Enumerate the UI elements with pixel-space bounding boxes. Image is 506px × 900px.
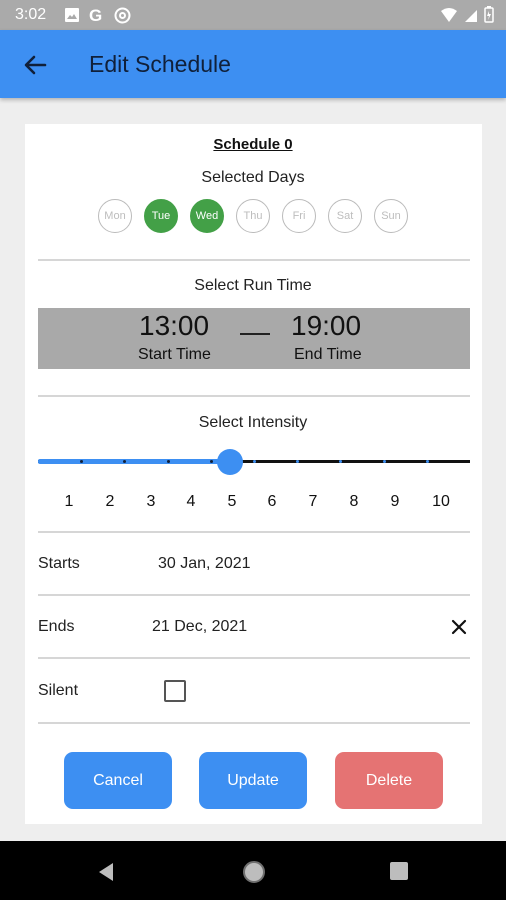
wifi-icon bbox=[441, 7, 457, 22]
run-time-label: Select Run Time bbox=[194, 277, 312, 294]
back-arrow-icon[interactable] bbox=[20, 50, 50, 80]
divider bbox=[38, 594, 470, 596]
day-toggle-wed[interactable]: Wed bbox=[190, 199, 224, 233]
status-time: 3:02 bbox=[15, 6, 47, 23]
start-time-value[interactable]: 13:00 bbox=[139, 310, 209, 342]
nav-recents-icon[interactable] bbox=[390, 862, 408, 880]
starts-date-field[interactable]: 30 Jan, 2021 bbox=[158, 555, 251, 573]
intensity-scale-label: 6 bbox=[267, 493, 277, 510]
intensity-scale-label: 7 bbox=[308, 493, 318, 510]
day-toggle-thu[interactable]: Thu bbox=[236, 199, 270, 233]
starts-label: Starts bbox=[38, 555, 80, 572]
clear-end-date-icon[interactable] bbox=[448, 616, 470, 638]
start-time-caption: Start Time bbox=[138, 346, 211, 363]
intensity-scale-label: 3 bbox=[146, 493, 156, 510]
divider bbox=[38, 395, 470, 397]
slider-tick bbox=[382, 460, 386, 463]
day-toggle-tue[interactable]: Tue bbox=[144, 199, 178, 233]
silent-checkbox[interactable] bbox=[164, 680, 186, 702]
intensity-scale-label: 2 bbox=[105, 493, 115, 510]
status-bar: 3:02 G bbox=[0, 0, 506, 30]
ends-date-field[interactable]: 21 Dec, 2021 bbox=[152, 618, 247, 636]
slider-tick bbox=[253, 460, 256, 463]
intensity-scale-label: 5 bbox=[227, 493, 237, 510]
run-time-box bbox=[38, 308, 470, 369]
battery-icon bbox=[484, 6, 494, 23]
end-time-value[interactable]: 19:00 bbox=[291, 310, 361, 342]
ends-label: Ends bbox=[38, 618, 75, 635]
silent-label: Silent bbox=[38, 682, 79, 699]
divider bbox=[38, 722, 470, 724]
at-sign-icon bbox=[114, 7, 131, 23]
day-toggle-sat[interactable]: Sat bbox=[328, 199, 362, 233]
selected-days-label: Selected Days bbox=[201, 169, 305, 186]
slider-tick bbox=[166, 460, 170, 463]
schedule-title: Schedule 0 bbox=[213, 136, 293, 153]
delete-button[interactable]: Delete bbox=[335, 752, 443, 809]
day-selector: Mon Tue Wed Thu Fri Sat Sun bbox=[98, 199, 408, 233]
intensity-scale-label: 10 bbox=[432, 493, 450, 510]
nav-back-icon[interactable] bbox=[97, 862, 115, 882]
status-notification-icons: G bbox=[64, 6, 131, 24]
intensity-slider-thumb[interactable] bbox=[217, 449, 243, 475]
image-icon bbox=[65, 8, 79, 22]
cancel-button[interactable]: Cancel bbox=[64, 752, 172, 809]
divider bbox=[38, 657, 470, 659]
day-toggle-sun[interactable]: Sun bbox=[374, 199, 408, 233]
intensity-scale-label: 8 bbox=[349, 493, 359, 510]
intensity-scale-label: 1 bbox=[64, 493, 74, 510]
intensity-scale-label: 9 bbox=[390, 493, 400, 510]
divider bbox=[38, 531, 470, 533]
end-time-caption: End Time bbox=[294, 346, 362, 363]
slider-tick bbox=[425, 460, 429, 463]
day-toggle-mon[interactable]: Mon bbox=[98, 199, 132, 233]
app-bar: Edit Schedule bbox=[0, 30, 506, 98]
slider-tick bbox=[209, 460, 213, 463]
status-system-icons bbox=[440, 6, 494, 23]
google-icon: G bbox=[89, 6, 102, 24]
day-toggle-fri[interactable]: Fri bbox=[282, 199, 316, 233]
divider bbox=[38, 259, 470, 261]
intensity-scale-label: 4 bbox=[186, 493, 196, 510]
page-title: Edit Schedule bbox=[89, 51, 231, 77]
intensity-slider-fill bbox=[38, 459, 230, 464]
nav-home-icon[interactable] bbox=[243, 861, 265, 883]
time-separator bbox=[240, 333, 270, 335]
update-button[interactable]: Update bbox=[199, 752, 307, 809]
svg-text:G: G bbox=[89, 6, 102, 24]
intensity-label: Select Intensity bbox=[198, 414, 308, 431]
signal-icon bbox=[465, 9, 477, 22]
